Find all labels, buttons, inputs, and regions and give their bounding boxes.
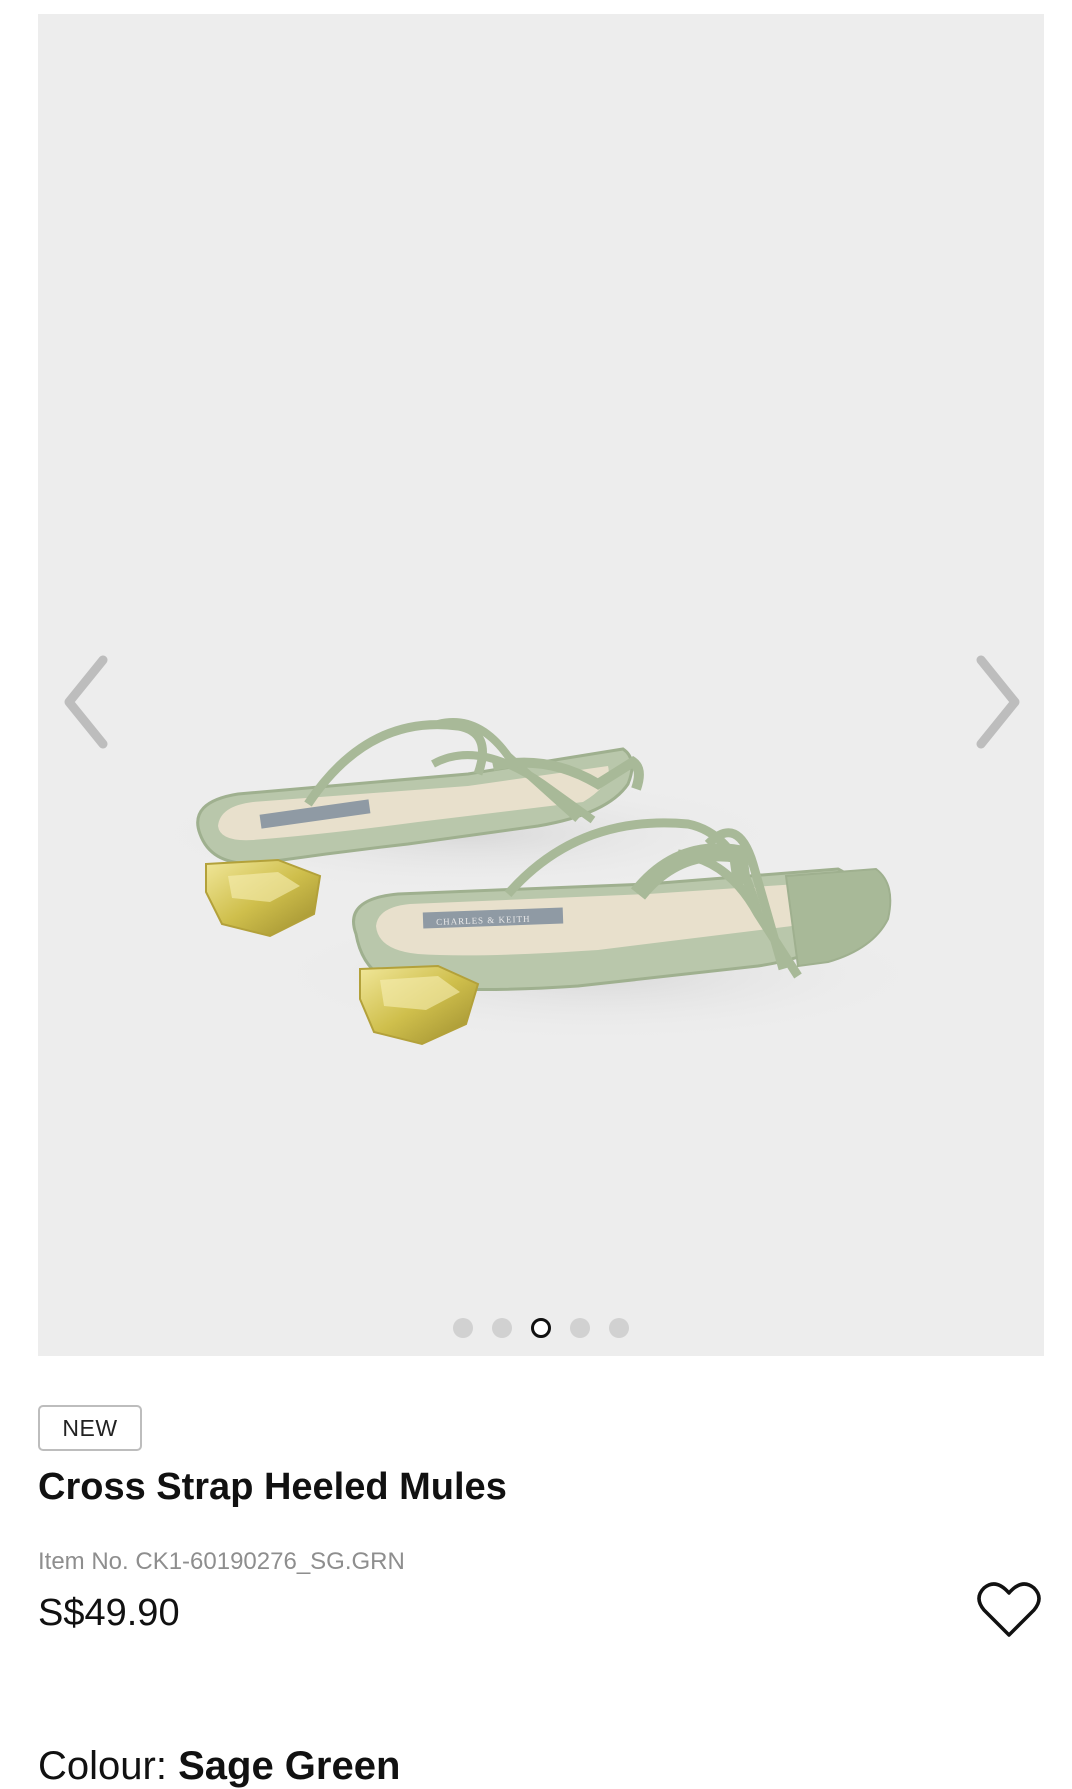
chevron-right-icon — [976, 655, 1020, 749]
gallery-dot[interactable] — [492, 1318, 512, 1338]
colour-selector-label: Colour: Sage Green — [38, 1744, 400, 1789]
gallery-prev-button[interactable] — [50, 642, 120, 762]
gallery-next-button[interactable] — [964, 642, 1034, 762]
product-image: CHARLES & KEITH — [138, 718, 938, 1046]
gallery-pagination — [38, 1316, 1044, 1340]
product-title: Cross Strap Heeled Mules — [38, 1466, 507, 1508]
item-number: Item No. CK1-60190276_SG.GRN — [38, 1548, 405, 1575]
product-image-gallery[interactable]: CHARLES & KEITH — [38, 14, 1044, 1356]
colour-value: Sage Green — [178, 1744, 401, 1788]
colour-label: Colour: — [38, 1744, 167, 1788]
heart-outline-icon — [977, 1582, 1041, 1637]
gallery-dot[interactable] — [453, 1318, 473, 1338]
product-price: S$49.90 — [38, 1592, 180, 1634]
new-badge: NEW — [38, 1405, 142, 1451]
gallery-dot[interactable] — [570, 1318, 590, 1338]
wishlist-button[interactable] — [976, 1580, 1042, 1640]
gallery-dot-active[interactable] — [531, 1318, 551, 1338]
chevron-left-icon — [64, 655, 108, 749]
gallery-dot[interactable] — [609, 1318, 629, 1338]
